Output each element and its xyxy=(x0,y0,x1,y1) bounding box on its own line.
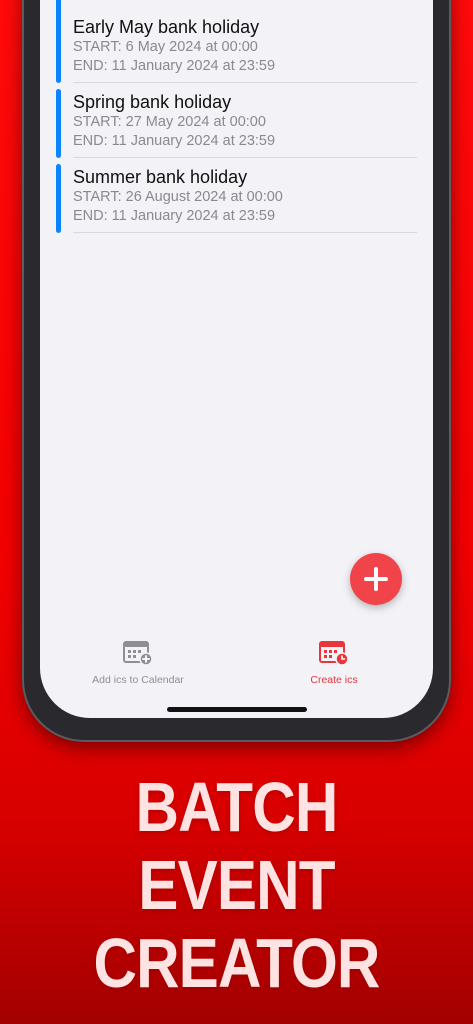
tab-add-ics-to-calendar[interactable]: Add ics to Calendar xyxy=(40,640,236,688)
tab-create-label: Create ics xyxy=(310,674,358,686)
list-item[interactable]: Summer bank holiday START: 26 August 202… xyxy=(40,150,433,233)
event-color-bar xyxy=(56,164,61,233)
event-start: START: 6 May 2024 at 00:00 xyxy=(73,39,258,55)
headline-line-3: CREATOR xyxy=(93,924,380,1002)
add-event-button[interactable] xyxy=(350,553,402,605)
event-end: END: 11 January 2024 at 23:59 xyxy=(73,133,276,149)
headline-line-2: EVENT xyxy=(138,846,335,924)
calendar-clock-icon xyxy=(319,641,349,666)
plus-icon xyxy=(364,567,388,591)
row-divider xyxy=(73,232,417,233)
calendar-add-icon xyxy=(123,641,153,666)
event-title: Summer bank holiday xyxy=(73,167,248,187)
event-start: START: 27 May 2024 at 00:00 xyxy=(73,114,266,130)
promo-headline: BATCH EVENT CREATOR xyxy=(33,768,440,1002)
event-title: Early May bank holiday xyxy=(73,17,260,37)
list-item[interactable]: Spring bank holiday START: 27 May 2024 a… xyxy=(40,75,433,158)
tab-create-ics[interactable]: Create ics xyxy=(236,640,432,688)
event-start: START: 26 August 2024 at 00:00 xyxy=(73,189,283,205)
tab-bar: Add ics to Calendar Create ics xyxy=(40,640,433,700)
event-color-bar xyxy=(56,89,61,158)
home-indicator[interactable] xyxy=(167,707,307,712)
tab-add-label: Add ics to Calendar xyxy=(92,674,184,686)
app-screen: Early May bank holiday START: 6 May 2024… xyxy=(40,0,433,718)
event-color-bar xyxy=(56,0,61,83)
event-end: END: 11 January 2024 at 23:59 xyxy=(73,58,276,74)
event-end: END: 11 January 2024 at 23:59 xyxy=(73,208,276,224)
event-list: Early May bank holiday START: 6 May 2024… xyxy=(40,0,433,233)
headline-line-1: BATCH xyxy=(135,768,339,846)
list-item[interactable]: Early May bank holiday START: 6 May 2024… xyxy=(40,0,433,83)
event-title: Spring bank holiday xyxy=(73,92,232,112)
